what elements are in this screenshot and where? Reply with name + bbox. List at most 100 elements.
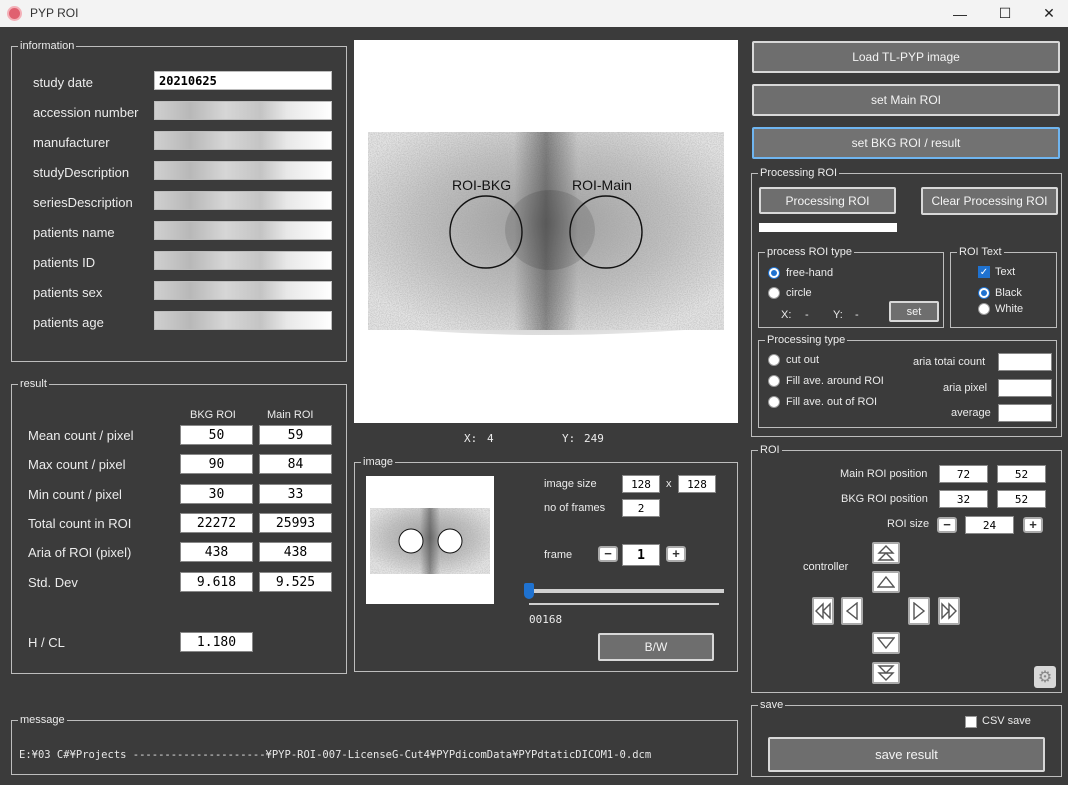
bkg-roi-y-field[interactable]: 52 <box>997 490 1046 508</box>
move-down-fast-icon[interactable] <box>872 662 900 684</box>
cursor-y-label: Y: <box>562 432 576 445</box>
white-radio[interactable] <box>978 303 990 315</box>
frame-field[interactable]: 1 <box>622 544 660 566</box>
main-roi-position-label: Main ROI position <box>840 468 928 480</box>
save-result-button[interactable]: save result <box>768 737 1045 772</box>
fill-around-radio[interactable] <box>768 375 780 387</box>
move-right-icon[interactable] <box>908 597 930 625</box>
roi-size-decrement-button[interactable]: − <box>937 517 957 533</box>
set-point-button[interactable]: set <box>889 301 939 322</box>
roi-bkg-label: ROI-BKG <box>452 177 512 193</box>
controller-label: controller <box>803 561 849 573</box>
set-main-roi-button[interactable]: set Main ROI <box>752 84 1060 116</box>
maximize-button[interactable]: ☐ <box>982 0 1028 27</box>
stddev-main-value: 9.525 <box>259 572 332 592</box>
move-left-fast-icon[interactable] <box>812 597 834 625</box>
processing-roi-group: Processing ROI Processing ROI Clear Proc… <box>751 166 1062 437</box>
minimize-button[interactable]: — <box>937 0 983 27</box>
processing-roi-button[interactable]: Processing ROI <box>759 187 896 214</box>
frame-slider-track[interactable] <box>529 589 724 593</box>
black-radio[interactable] <box>978 287 990 299</box>
frame-increment-button[interactable]: + <box>666 546 686 562</box>
cursor-x-value: 4 <box>487 432 494 445</box>
bw-button[interactable]: B/W <box>598 633 714 661</box>
load-image-button[interactable]: Load TL-PYP image <box>752 41 1060 73</box>
study-description-field[interactable] <box>154 161 332 180</box>
processing-type-title: Processing type <box>765 333 848 347</box>
study-date-field[interactable]: 20210625 <box>154 71 332 90</box>
move-left-icon[interactable] <box>841 597 863 625</box>
result-label-total: Total count in ROI <box>28 516 132 531</box>
image-title: image <box>361 455 395 469</box>
scintigraphy-image-viewer[interactable]: ROI-BKG ROI-Main <box>354 40 738 423</box>
fill-out-radio[interactable] <box>768 396 780 408</box>
aria-main-value: 438 <box>259 542 332 562</box>
roi-size-field[interactable]: 24 <box>965 516 1014 534</box>
total-bkg-value: 22272 <box>180 513 253 533</box>
window-title: PYP ROI <box>30 6 79 20</box>
white-label: White <box>995 303 1024 315</box>
min-bkg-value: 30 <box>180 484 253 504</box>
process-y-label: Y: <box>833 309 843 321</box>
frame-slider-thumb[interactable] <box>524 583 534 599</box>
move-right-fast-icon[interactable] <box>938 597 960 625</box>
frame-label: frame <box>544 549 573 561</box>
information-group: information study date 20210625 accessio… <box>11 39 347 362</box>
accession-number-field[interactable] <box>154 101 332 120</box>
csv-save-checkbox[interactable] <box>965 716 977 728</box>
image-height-field: 128 <box>678 475 716 493</box>
manufacturer-field[interactable] <box>154 131 332 150</box>
bkg-roi-x-field[interactable]: 32 <box>939 490 988 508</box>
move-up-fast-icon[interactable] <box>872 542 900 564</box>
info-label-patients-name: patients name <box>33 225 115 240</box>
mean-main-value: 59 <box>259 425 332 445</box>
aria-total-count-field <box>998 353 1052 371</box>
fill-out-label: Fill ave. out of ROI <box>786 396 878 408</box>
result-title: result <box>18 377 49 391</box>
free-hand-radio[interactable] <box>768 267 780 279</box>
series-description-field[interactable] <box>154 191 332 210</box>
save-group: save CSV save save result <box>751 698 1062 777</box>
clear-processing-roi-button[interactable]: Clear Processing ROI <box>921 187 1058 215</box>
information-title: information <box>18 39 77 53</box>
cursor-x-label: X: <box>464 432 478 445</box>
image-size-label: image size <box>544 478 597 490</box>
app-icon <box>7 6 22 21</box>
main-roi-x-field[interactable]: 72 <box>939 465 988 483</box>
bkg-roi-position-label: BKG ROI position <box>841 493 928 505</box>
patients-sex-field[interactable] <box>154 281 332 300</box>
patients-age-field[interactable] <box>154 311 332 330</box>
roi-text-label: Text <box>995 266 1016 278</box>
frame-slider-scale <box>529 603 719 605</box>
message-text: E:¥03 C#¥Projects ---------------------¥… <box>19 749 652 761</box>
set-bkg-roi-button[interactable]: set BKG ROI / result <box>752 127 1060 159</box>
process-x-label: X: <box>781 309 792 321</box>
roi-size-increment-button[interactable]: + <box>1023 517 1043 533</box>
roi-text-checkbox[interactable]: ✓ <box>978 266 990 278</box>
patients-id-field[interactable] <box>154 251 332 270</box>
process-x-value: - <box>805 309 809 321</box>
move-up-icon[interactable] <box>872 571 900 593</box>
close-button[interactable]: ✕ <box>1026 0 1068 27</box>
frame-decrement-button[interactable]: − <box>598 546 618 562</box>
average-field <box>998 404 1052 422</box>
max-main-value: 84 <box>259 454 332 474</box>
cut-out-label: cut out <box>786 354 820 366</box>
patients-name-field[interactable] <box>154 221 332 240</box>
circle-radio[interactable] <box>768 287 780 299</box>
main-roi-y-field[interactable]: 52 <box>997 465 1046 483</box>
cut-out-radio[interactable] <box>768 354 780 366</box>
info-label-patients-sex: patients sex <box>33 285 103 300</box>
result-label-aria: Aria of ROI (pixel) <box>28 545 132 560</box>
info-label-study-description: studyDescription <box>33 165 130 180</box>
roi-group: ROI Main ROI position 72 52 BKG ROI posi… <box>751 443 1062 693</box>
move-down-icon[interactable] <box>872 632 900 654</box>
roi-main-label: ROI-Main <box>572 177 632 193</box>
slider-value-text: 00168 <box>529 613 563 626</box>
info-label-manufacturer: manufacturer <box>33 135 110 150</box>
processing-roi-title: Processing ROI <box>758 166 840 180</box>
frames-field: 2 <box>622 499 660 517</box>
result-label-stddev: Std. Dev <box>28 575 78 590</box>
info-label-study-date: study date <box>33 75 93 90</box>
gear-icon[interactable]: ⚙ <box>1034 666 1056 688</box>
